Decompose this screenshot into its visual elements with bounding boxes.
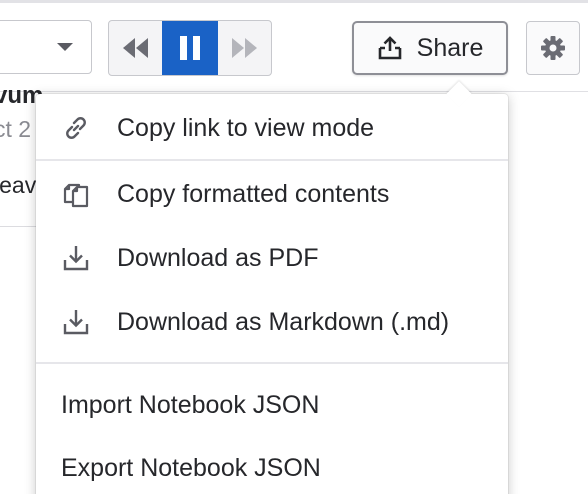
download-icon xyxy=(60,306,92,338)
menu-separator xyxy=(36,362,508,364)
menu-item-download-markdown[interactable]: Download as Markdown (.md) xyxy=(36,290,508,354)
copy-icon xyxy=(60,178,92,210)
top-toolbar: Share xyxy=(0,0,588,92)
chevron-down-icon xyxy=(57,43,73,51)
rewind-icon xyxy=(122,38,148,58)
content-divider xyxy=(0,226,40,227)
share-upload-icon xyxy=(378,36,401,60)
menu-item-label: Import Notebook JSON xyxy=(61,390,320,419)
rewind-button[interactable] xyxy=(109,21,162,75)
share-menu: Copy link to view mode Copy formatted co… xyxy=(36,81,508,494)
menu-item-label: Copy formatted contents xyxy=(117,179,390,208)
menu-item-export-json[interactable]: Export Notebook JSON xyxy=(36,436,508,494)
notebook-author-fragment: leav xyxy=(0,172,37,198)
gear-icon xyxy=(541,36,565,60)
notebook-date-fragment: ct 2 xyxy=(0,116,32,142)
menu-item-label: Download as PDF xyxy=(117,243,319,272)
dropdown-select[interactable] xyxy=(0,20,92,74)
menu-item-copy-link[interactable]: Copy link to view mode xyxy=(36,96,508,160)
menu-item-label: Copy link to view mode xyxy=(117,113,375,142)
notebook-page: Share vum ct 2 leav xyxy=(0,0,588,494)
menu-item-label: Export Notebook JSON xyxy=(61,453,321,482)
toolbar-bottom-border xyxy=(0,91,588,92)
download-icon xyxy=(60,242,92,274)
menu-item-copy-formatted[interactable]: Copy formatted contents xyxy=(36,162,508,226)
share-button[interactable]: Share xyxy=(352,21,508,75)
share-label: Share xyxy=(416,33,484,62)
fast-forward-button[interactable] xyxy=(218,21,271,75)
menu-item-import-json[interactable]: Import Notebook JSON xyxy=(36,373,508,437)
settings-button[interactable] xyxy=(526,21,580,75)
fast-forward-icon xyxy=(232,38,258,58)
playback-controls xyxy=(108,20,272,76)
menu-separator xyxy=(36,159,508,161)
pause-icon xyxy=(180,36,200,60)
link-icon xyxy=(60,112,92,144)
menu-item-download-pdf[interactable]: Download as PDF xyxy=(36,226,508,290)
menu-item-label: Download as Markdown (.md) xyxy=(117,307,450,336)
pause-button[interactable] xyxy=(162,21,218,75)
toolbar-top-border xyxy=(0,0,588,3)
